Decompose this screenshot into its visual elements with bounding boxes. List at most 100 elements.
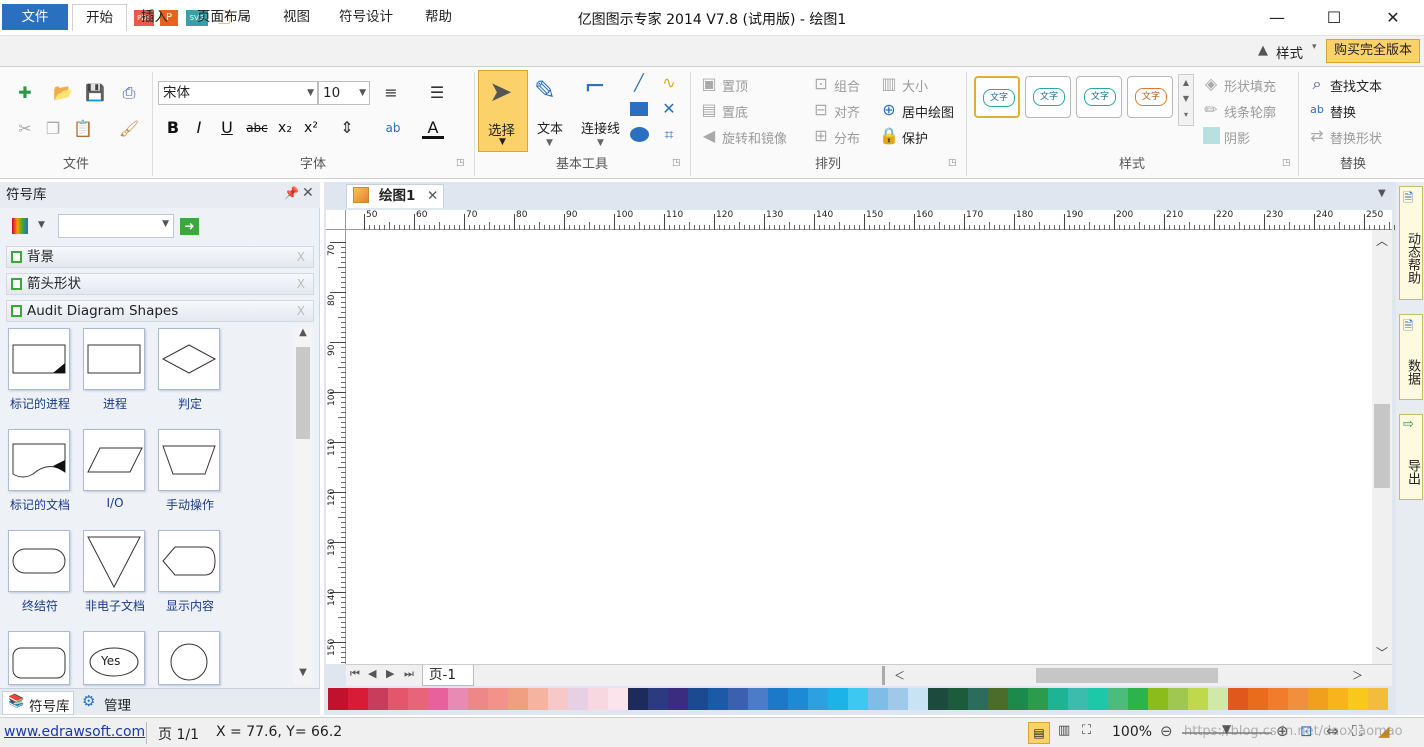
replace-shape-label[interactable]: 替换形状	[1330, 128, 1382, 147]
panel-close-icon[interactable]: ✕	[302, 185, 314, 201]
library-menu-dropdown-icon[interactable]: ▼	[38, 220, 45, 230]
dock-dynamic-help[interactable]: 🗎 动态帮助	[1399, 186, 1423, 300]
align-text-icon[interactable]: ≡	[380, 82, 402, 104]
color-swatch[interactable]	[828, 688, 848, 710]
align-icon[interactable]: ⊟	[810, 99, 832, 121]
shape-process[interactable]	[83, 328, 145, 390]
connector-dropdown-icon[interactable]: ▼	[597, 138, 604, 148]
font-size-select[interactable]: 10 ▼	[318, 81, 370, 105]
zoom-level[interactable]: 100%	[1112, 724, 1152, 740]
crop-icon[interactable]: ⌗	[658, 124, 680, 146]
scroll-down-icon[interactable]: ▼	[294, 667, 312, 683]
color-swatch[interactable]	[1348, 688, 1368, 710]
shape-non-electronic-document[interactable]	[83, 530, 145, 592]
shape-display[interactable]	[158, 530, 220, 592]
dock-data[interactable]: 🗎 数据	[1399, 314, 1423, 400]
horizontal-scroll-thumb[interactable]	[1036, 668, 1218, 683]
rotate-mirror-label[interactable]: 旋转和镜像	[722, 128, 787, 147]
next-page-icon[interactable]: ▶	[386, 667, 394, 680]
color-swatch[interactable]	[1308, 688, 1328, 710]
color-swatch[interactable]	[588, 688, 608, 710]
highlight-icon[interactable]: ab	[382, 117, 404, 139]
strikethrough-icon[interactable]: abc	[244, 117, 270, 139]
shape-fill-icon[interactable]: ◈	[1200, 73, 1222, 95]
line-shape-icon[interactable]: ╱	[628, 72, 650, 94]
subscript-icon[interactable]: x₂	[274, 117, 296, 139]
color-swatch[interactable]	[968, 688, 988, 710]
color-palette[interactable]	[328, 688, 1392, 710]
document-tab[interactable]: 绘图1 ✕	[346, 184, 444, 208]
text-tool-icon[interactable]: ✎	[534, 76, 556, 106]
underline-icon[interactable]: U	[216, 117, 238, 139]
search-go-icon[interactable]: ➜	[180, 218, 199, 235]
cross-shape-icon[interactable]: ✕	[658, 98, 680, 120]
color-swatch[interactable]	[1068, 688, 1088, 710]
style-dialog-launcher-icon[interactable]: ◳	[1282, 158, 1291, 168]
library-menu-icon[interactable]	[12, 218, 28, 234]
page-view-icon[interactable]: ▥	[1058, 723, 1070, 738]
distribute-label[interactable]: 分布	[834, 128, 860, 147]
color-swatch[interactable]	[348, 688, 368, 710]
normal-view-icon[interactable]: ▤	[1028, 722, 1050, 744]
color-swatch[interactable]	[888, 688, 908, 710]
style-toggle-icon[interactable]: ▲	[1258, 43, 1268, 58]
color-swatch[interactable]	[1028, 688, 1048, 710]
tab-help[interactable]: 帮助	[412, 4, 465, 30]
color-swatch[interactable]	[1248, 688, 1268, 710]
presentation-icon[interactable]: ⛶	[1082, 723, 1091, 738]
color-swatch[interactable]	[388, 688, 408, 710]
group-icon[interactable]: ⊡	[810, 73, 832, 95]
color-swatch[interactable]	[668, 688, 688, 710]
style-swatch-3[interactable]: 文字	[1076, 76, 1122, 118]
color-swatch[interactable]	[1008, 688, 1028, 710]
shape-circle[interactable]	[158, 631, 220, 685]
ellipse-shape-icon[interactable]	[630, 127, 649, 142]
style-swatch-4[interactable]: 文字	[1127, 76, 1173, 118]
distribute-icon[interactable]: ⊞	[810, 125, 832, 147]
font-dialog-launcher-icon[interactable]: ◳	[456, 158, 465, 168]
center-drawing-label[interactable]: 居中绘图	[902, 102, 954, 121]
superscript-icon[interactable]: x²	[300, 117, 322, 139]
size-label[interactable]: 大小	[902, 76, 928, 95]
document-close-icon[interactable]: ✕	[427, 185, 438, 207]
color-swatch[interactable]	[1108, 688, 1128, 710]
shape-rounded-rect[interactable]	[8, 631, 70, 685]
text-tool-label[interactable]: 文本	[537, 118, 563, 137]
color-swatch[interactable]	[988, 688, 1008, 710]
send-back-icon[interactable]: ▤	[698, 99, 720, 121]
font-name-select[interactable]: 宋体 ▼	[158, 81, 318, 105]
scroll-right-icon[interactable]: ＞	[1352, 667, 1363, 683]
color-swatch[interactable]	[328, 688, 348, 710]
color-swatch[interactable]	[948, 688, 968, 710]
style-swatch-2[interactable]: 文字	[1025, 76, 1071, 118]
category-close-icon[interactable]: X	[297, 274, 305, 294]
zoom-out-icon[interactable]: ⊖	[1160, 722, 1173, 740]
tab-view[interactable]: 视图	[270, 4, 323, 30]
category-background[interactable]: 背景 X	[6, 246, 314, 268]
tab-home[interactable]: 开始	[72, 4, 127, 31]
tab-file[interactable]: 文件	[2, 4, 68, 30]
scroll-down-icon[interactable]: ﹀	[1372, 644, 1392, 661]
dock-export[interactable]: ⇨ 导出	[1399, 414, 1423, 500]
color-swatch[interactable]	[748, 688, 768, 710]
category-audit-diagram[interactable]: Audit Diagram Shapes X	[6, 300, 314, 322]
color-swatch[interactable]	[728, 688, 748, 710]
send-back-label[interactable]: 置底	[722, 102, 748, 121]
color-swatch[interactable]	[448, 688, 468, 710]
font-color-icon[interactable]: A	[422, 117, 444, 139]
tab-symbol-design[interactable]: 符号设计	[326, 4, 406, 30]
print-icon[interactable]: ⎙	[118, 82, 140, 104]
format-painter-icon[interactable]: 🖌	[118, 118, 140, 140]
color-swatch[interactable]	[508, 688, 528, 710]
bullet-list-icon[interactable]: ☰	[426, 82, 448, 104]
rotate-mirror-icon[interactable]: ◀	[698, 125, 720, 147]
open-folder-icon[interactable]: 📂	[52, 82, 74, 104]
category-arrows[interactable]: 箭头形状 X	[6, 273, 314, 295]
bring-front-label[interactable]: 置顶	[722, 76, 748, 95]
tab-insert[interactable]: 插入	[128, 4, 181, 30]
italic-icon[interactable]: I	[188, 117, 210, 139]
connector-tool-icon[interactable]: ⌐	[584, 72, 606, 102]
shape-manual-operation[interactable]	[158, 429, 220, 491]
new-file-icon[interactable]: ✚	[14, 82, 36, 104]
basic-tools-dialog-launcher-icon[interactable]: ◳	[672, 158, 681, 168]
